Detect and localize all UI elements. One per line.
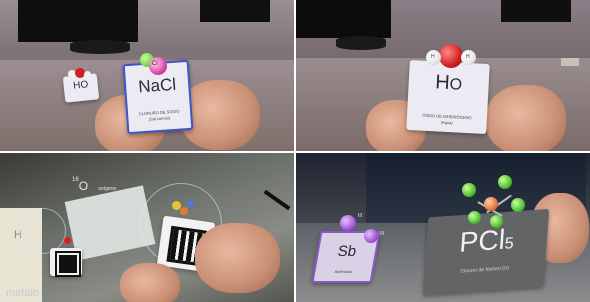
right-hand — [486, 85, 566, 151]
small-marker-card — [50, 248, 82, 277]
keyboard — [501, 0, 571, 22]
card-water: HO ÓXIDO DE DIHIDRÓGENO (Agua) — [406, 59, 490, 135]
atom-label-h-right: H — [466, 54, 470, 60]
chlorine-atom-4 — [468, 211, 481, 224]
photo-ar-marker: H 16O oxígeno metalo — [0, 153, 294, 302]
card-water-symbol-sub: O — [449, 76, 463, 94]
small-atom-red — [64, 237, 71, 244]
card-pcl5: PCl5 Cloruro de fósforo (V) — [422, 208, 550, 296]
isotope-label: 16O oxígeno — [72, 177, 116, 195]
keyboard — [200, 0, 270, 22]
small-marker-pattern — [55, 251, 81, 277]
isotope-word: oxígeno — [98, 186, 117, 192]
left-hand — [120, 263, 180, 302]
monitor-stand — [336, 36, 386, 50]
card-pcl5-symbol-sub: 5 — [504, 235, 515, 253]
phosphorus-atom — [484, 197, 498, 211]
pen — [263, 189, 291, 211]
oxygen-atom — [439, 44, 463, 68]
card-nacl-symbol: NaCl — [137, 74, 177, 97]
chlorine-atom-5 — [490, 215, 503, 228]
card-water-symbol: HO — [408, 70, 489, 97]
molecule-atom-blue — [187, 200, 194, 207]
card-sb-line: Antimonio — [334, 269, 353, 274]
molecule-atom-orange — [180, 207, 188, 215]
chlorine-atom-2 — [498, 175, 512, 189]
card-pcl5-line: Cloruro de fósforo (V) — [460, 265, 510, 275]
card-pcl5-symbol: PCl5 — [425, 221, 548, 261]
table-mark — [561, 58, 579, 66]
card-pcl5-symbol-main: PCl — [458, 223, 507, 258]
small-hydrogen-atom-2 — [84, 71, 91, 78]
atom-label-cl: Cl — [152, 61, 158, 67]
monitor — [296, 0, 391, 38]
atom-label-h-left: H — [431, 54, 435, 60]
monitor-stand — [70, 40, 130, 54]
photo-pcl5-card: Sb Antimonio III III PCl5 Cloruro de fós… — [296, 153, 590, 302]
photo-water-card: HO ÓXIDO DE DIHIDRÓGENO (Agua) H H — [296, 0, 590, 151]
card-sb-symbol: Sb — [336, 243, 358, 260]
monitor — [18, 0, 138, 42]
antimony-atom-1 — [340, 215, 356, 231]
atom-label-b: III — [380, 231, 385, 237]
card-water-symbol-main: H — [434, 71, 451, 95]
photo-nacl-card: HO NaCl CLORURO DE SODIO (Sal común) Cl — [0, 0, 294, 151]
atom-label-a: III — [358, 213, 363, 219]
small-card-symbol: HO — [72, 79, 89, 92]
chlorine-atom-3 — [511, 198, 525, 212]
antimony-atom-2 — [364, 229, 378, 243]
isotope-mass: 16 — [72, 177, 79, 183]
right-hand — [195, 223, 280, 293]
bottom-word: metalo — [6, 287, 40, 299]
isotope-symbol: O — [78, 179, 89, 193]
chlorine-atom-1 — [462, 183, 476, 197]
